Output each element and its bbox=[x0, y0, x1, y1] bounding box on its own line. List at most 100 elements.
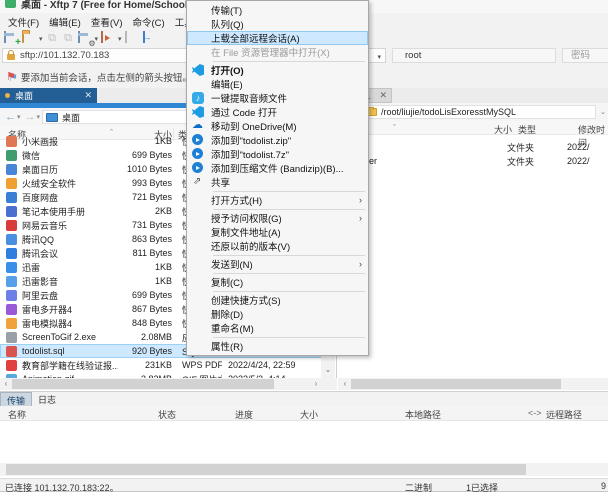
menu-bar-item[interactable]: 编辑(E) bbox=[44, 13, 86, 31]
tab-log[interactable]: 日志 bbox=[32, 392, 62, 406]
execute-icon[interactable] bbox=[101, 32, 116, 45]
tab-transfer[interactable]: 传输 bbox=[0, 392, 32, 406]
file-size: 848 Bytes bbox=[118, 318, 172, 328]
scroll-right-icon[interactable]: › bbox=[310, 378, 322, 390]
menu-bar-item[interactable]: 命令(C) bbox=[127, 13, 169, 31]
scrollbar-thumb[interactable] bbox=[351, 379, 561, 389]
context-menu-item[interactable]: 移动到 OneDrive(M) › bbox=[187, 119, 368, 133]
forward-icon[interactable]: → bbox=[25, 110, 36, 124]
scroll-down-icon[interactable]: ⌄ bbox=[321, 364, 335, 377]
session-properties-icon[interactable] bbox=[78, 32, 93, 45]
context-menu-item[interactable]: 添加到"todolist.zip" › bbox=[187, 133, 368, 147]
address-dropdown-icon[interactable]: ▾ bbox=[377, 53, 381, 61]
menu-item-label: 发送到(N) bbox=[211, 257, 253, 271]
menu-item-label: 一键提取音频文件 bbox=[211, 91, 287, 105]
context-menu-item[interactable]: 编辑(E) › bbox=[187, 77, 368, 91]
menu-item-label: 打开(O) bbox=[211, 63, 244, 77]
remote-path-input[interactable]: /root/liujie/todoLisExoresstMySQL bbox=[362, 105, 596, 119]
sort-desc-icon: ˇ bbox=[393, 123, 396, 133]
file-size: 1KB bbox=[118, 262, 172, 272]
context-menu-item[interactable]: 共享 › bbox=[187, 175, 368, 189]
context-menu-item[interactable]: 打开(O) › bbox=[187, 63, 368, 77]
context-menu-item[interactable]: 发送到(N) › bbox=[187, 257, 368, 271]
tab-desktop[interactable]: 桌面 ✕ bbox=[0, 88, 97, 103]
file-size: 811 Bytes bbox=[118, 248, 172, 258]
transfer-panel: 传输 日志 名称 状态 进度 大小 本地路径 <-> 远程路径 bbox=[0, 391, 608, 478]
scroll-left-icon[interactable]: ‹ bbox=[339, 378, 351, 390]
menu-item-label: 创建快捷方式(S) bbox=[211, 293, 281, 307]
context-menu-item[interactable]: 通过 Code 打开 › bbox=[187, 105, 368, 119]
file-name: 小米画报 bbox=[22, 135, 118, 148]
tab-close-icon[interactable]: ✕ bbox=[84, 90, 92, 101]
wechat-icon bbox=[6, 150, 17, 161]
new-session-icon[interactable] bbox=[4, 32, 19, 45]
username-input[interactable]: root bbox=[392, 48, 556, 63]
column-name[interactable]: 名称 bbox=[8, 408, 26, 421]
menu-item-label: 复制文件地址(A) bbox=[211, 225, 281, 239]
folder-dropdown-icon[interactable]: ▾ bbox=[39, 35, 43, 43]
column-progress[interactable]: 进度 bbox=[235, 408, 253, 421]
file-type: WPS PDF ... bbox=[172, 360, 222, 370]
context-menu-item[interactable]: 添加到压缩文件 (Bandizip)(B)... › bbox=[187, 161, 368, 175]
netease-music-icon bbox=[6, 220, 17, 231]
lock-icon bbox=[7, 54, 15, 60]
scrollbar-thumb[interactable] bbox=[6, 464, 526, 475]
context-menu-item[interactable]: 创建快捷方式(S) › bbox=[187, 293, 368, 307]
back-icon[interactable]: ← bbox=[5, 110, 16, 124]
context-menu-item[interactable]: 打开方式(H) › bbox=[187, 193, 368, 207]
remote-file-list: 文件夹 2022/ er 文件夹 2022/ bbox=[338, 140, 608, 378]
column-size[interactable]: 大小 bbox=[478, 123, 512, 136]
context-menu-item[interactable]: 添加到"todolist.7z" › bbox=[187, 147, 368, 161]
remote-file-row[interactable]: er 文件夹 2022/ bbox=[338, 154, 608, 168]
context-menu-item[interactable]: 授予访问权限(G) › bbox=[187, 211, 368, 225]
menu-item-label: 编辑(E) bbox=[211, 77, 243, 91]
tab-close-icon[interactable]: ✕ bbox=[379, 90, 387, 101]
execute-dropdown-icon[interactable]: ▾ bbox=[118, 35, 122, 43]
file-row[interactable]: 教育部学籍在线验证报... 231KB WPS PDF ... 2022/4/2… bbox=[0, 358, 322, 372]
menu-bar-item[interactable]: 查看(V) bbox=[86, 13, 128, 31]
vscode-icon bbox=[191, 106, 207, 118]
remote-path-dropdown-icon[interactable]: ⌄ bbox=[600, 108, 606, 116]
baidu-netdisk-icon bbox=[6, 192, 17, 203]
remote-tab-strip: 用会... ✕ bbox=[338, 88, 608, 103]
column-size[interactable]: 大小 bbox=[296, 408, 318, 421]
column-status[interactable]: 状态 bbox=[158, 408, 176, 421]
open-folder-icon[interactable] bbox=[22, 32, 37, 45]
context-menu-item[interactable]: 队列(Q) › bbox=[187, 17, 368, 31]
column-remote-path[interactable]: 远程路径 bbox=[546, 408, 582, 421]
local-horizontal-scrollbar[interactable]: ‹ › bbox=[0, 378, 337, 390]
context-menu-item[interactable]: 传输(T) › bbox=[187, 3, 368, 17]
back-dropdown-icon[interactable]: ▾ bbox=[17, 113, 21, 121]
export-document-icon[interactable] bbox=[143, 32, 158, 45]
screentogif-icon bbox=[6, 332, 17, 343]
scrollbar-thumb[interactable] bbox=[12, 379, 274, 389]
remote-file-row[interactable]: 文件夹 2022/ bbox=[338, 140, 608, 154]
context-menu-item[interactable]: 复制文件地址(A) › bbox=[187, 225, 368, 239]
context-menu-item[interactable]: 一键提取音频文件 › bbox=[187, 91, 368, 105]
menu-bar-item[interactable]: 文件(F) bbox=[3, 13, 44, 31]
context-menu-item[interactable]: 删除(D) › bbox=[187, 307, 368, 321]
transfer-horizontal-scrollbar[interactable] bbox=[0, 463, 608, 476]
column-direction[interactable]: <-> bbox=[528, 408, 542, 418]
remote-horizontal-scrollbar[interactable]: ‹ bbox=[338, 378, 608, 390]
scroll-left-icon[interactable]: ‹ bbox=[0, 378, 12, 390]
context-menu-item[interactable]: 上载全部远程会话(A) › bbox=[187, 31, 368, 45]
file-size: 731 Bytes bbox=[118, 220, 172, 230]
forward-dropdown-icon[interactable]: ▾ bbox=[37, 113, 41, 121]
file-name: 阿里云盘 bbox=[22, 289, 118, 302]
context-menu-item[interactable]: 复制(C) › bbox=[187, 275, 368, 289]
remote-pane: 用会... ✕ ▸ ▾ /root/liujie/todoLisExoresst… bbox=[338, 88, 608, 390]
context-menu-item[interactable]: 在 File 资源管理器中打开(X) › bbox=[187, 45, 368, 59]
context-menu-item[interactable]: 属性(R) › bbox=[187, 339, 368, 353]
file-size: 721 Bytes bbox=[118, 192, 172, 202]
file-name: 笔记本使用手册 bbox=[22, 205, 118, 218]
password-input[interactable]: 密码 bbox=[562, 48, 608, 63]
file-modified: 2022/ bbox=[567, 156, 590, 166]
context-menu-item[interactable]: 重命名(M) › bbox=[187, 321, 368, 335]
context-menu-item[interactable]: 还原以前的版本(V) › bbox=[187, 239, 368, 253]
column-type[interactable]: 类型 bbox=[518, 123, 536, 136]
menu-item-label: 队列(Q) bbox=[211, 17, 244, 31]
vscode-icon bbox=[191, 64, 207, 76]
file-size: 1KB bbox=[118, 276, 172, 286]
column-local-path[interactable]: 本地路径 bbox=[405, 408, 441, 421]
